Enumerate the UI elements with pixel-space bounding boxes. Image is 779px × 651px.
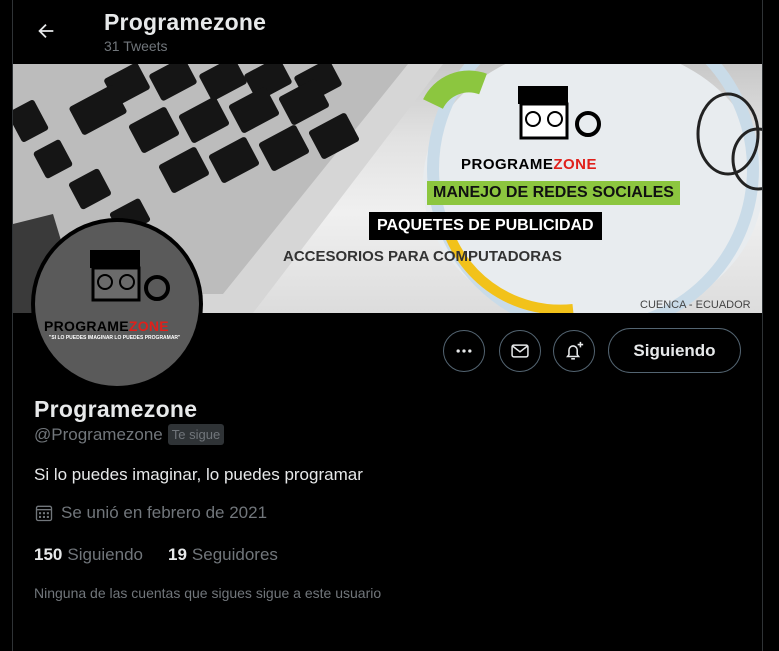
more-button[interactable] <box>443 330 485 372</box>
arrow-left-icon <box>38 23 54 39</box>
banner-line-accessories: ACCESORIOS PARA COMPUTADORAS <box>283 248 562 265</box>
profile-bio: Si lo puedes imaginar, lo puedes program… <box>34 465 363 484</box>
follow-stats: 150 Siguiendo 19 Seguidores <box>34 545 303 565</box>
message-icon <box>511 344 529 358</box>
follows-you-badge: Te sigue <box>167 424 225 445</box>
following-label: Siguiendo <box>67 545 143 564</box>
banner-logo-text: PROGRAMEZONE <box>461 156 598 173</box>
back-button[interactable] <box>31 16 61 46</box>
profile-name: Programezone <box>34 396 198 422</box>
following-count: 150 <box>34 545 63 564</box>
notifications-icon <box>566 341 584 360</box>
tweet-count: 31 Tweets <box>104 38 168 54</box>
banner-line-ads: PAQUETES DE PUBLICIDAD <box>369 212 602 240</box>
notifications-button[interactable] <box>553 330 595 372</box>
followers-count: 19 <box>168 545 187 564</box>
calendar-icon <box>35 505 53 522</box>
avatar-logo-text: PROGRAMEZONE <box>44 318 169 334</box>
following-link[interactable]: 150 Siguiendo <box>34 545 143 565</box>
following-button[interactable]: Siguiendo <box>608 328 741 373</box>
header-title: Programezone <box>104 9 267 35</box>
message-button[interactable] <box>499 330 541 372</box>
avatar[interactable]: PROGRAMEZONE "SI LO PUEDES IMAGINAR LO P… <box>31 218 203 390</box>
followers-link[interactable]: 19 Seguidores <box>168 545 278 565</box>
banner-location: CUENCA - ECUADOR <box>640 299 751 311</box>
banner-line-social: MANEJO DE REDES SOCIALES <box>427 181 680 205</box>
followers-label: Seguidores <box>191 545 278 564</box>
profile-handle: @Programezone <box>34 424 163 444</box>
avatar-image: PROGRAMEZONE "SI LO PUEDES IMAGINAR LO P… <box>35 222 199 386</box>
handle-row: @Programezone Te sigue <box>34 424 225 445</box>
profile-header: Programezone 31 Tweets <box>13 0 762 64</box>
joined-date: Se unió en febrero de 2021 <box>34 503 267 523</box>
more-icon <box>456 349 472 353</box>
profile-column: Programezone 31 Tweets PROGRAMEZONE MANE… <box>12 0 763 651</box>
joined-text: Se unió en febrero de 2021 <box>61 503 268 522</box>
avatar-slogan: "SI LO PUEDES IMAGINAR LO PUEDES PROGRAM… <box>49 335 181 341</box>
avatar-logo-mascot <box>90 250 170 302</box>
mutual-followers-note: Ninguna de las cuentas que sigues sigue … <box>34 585 382 601</box>
